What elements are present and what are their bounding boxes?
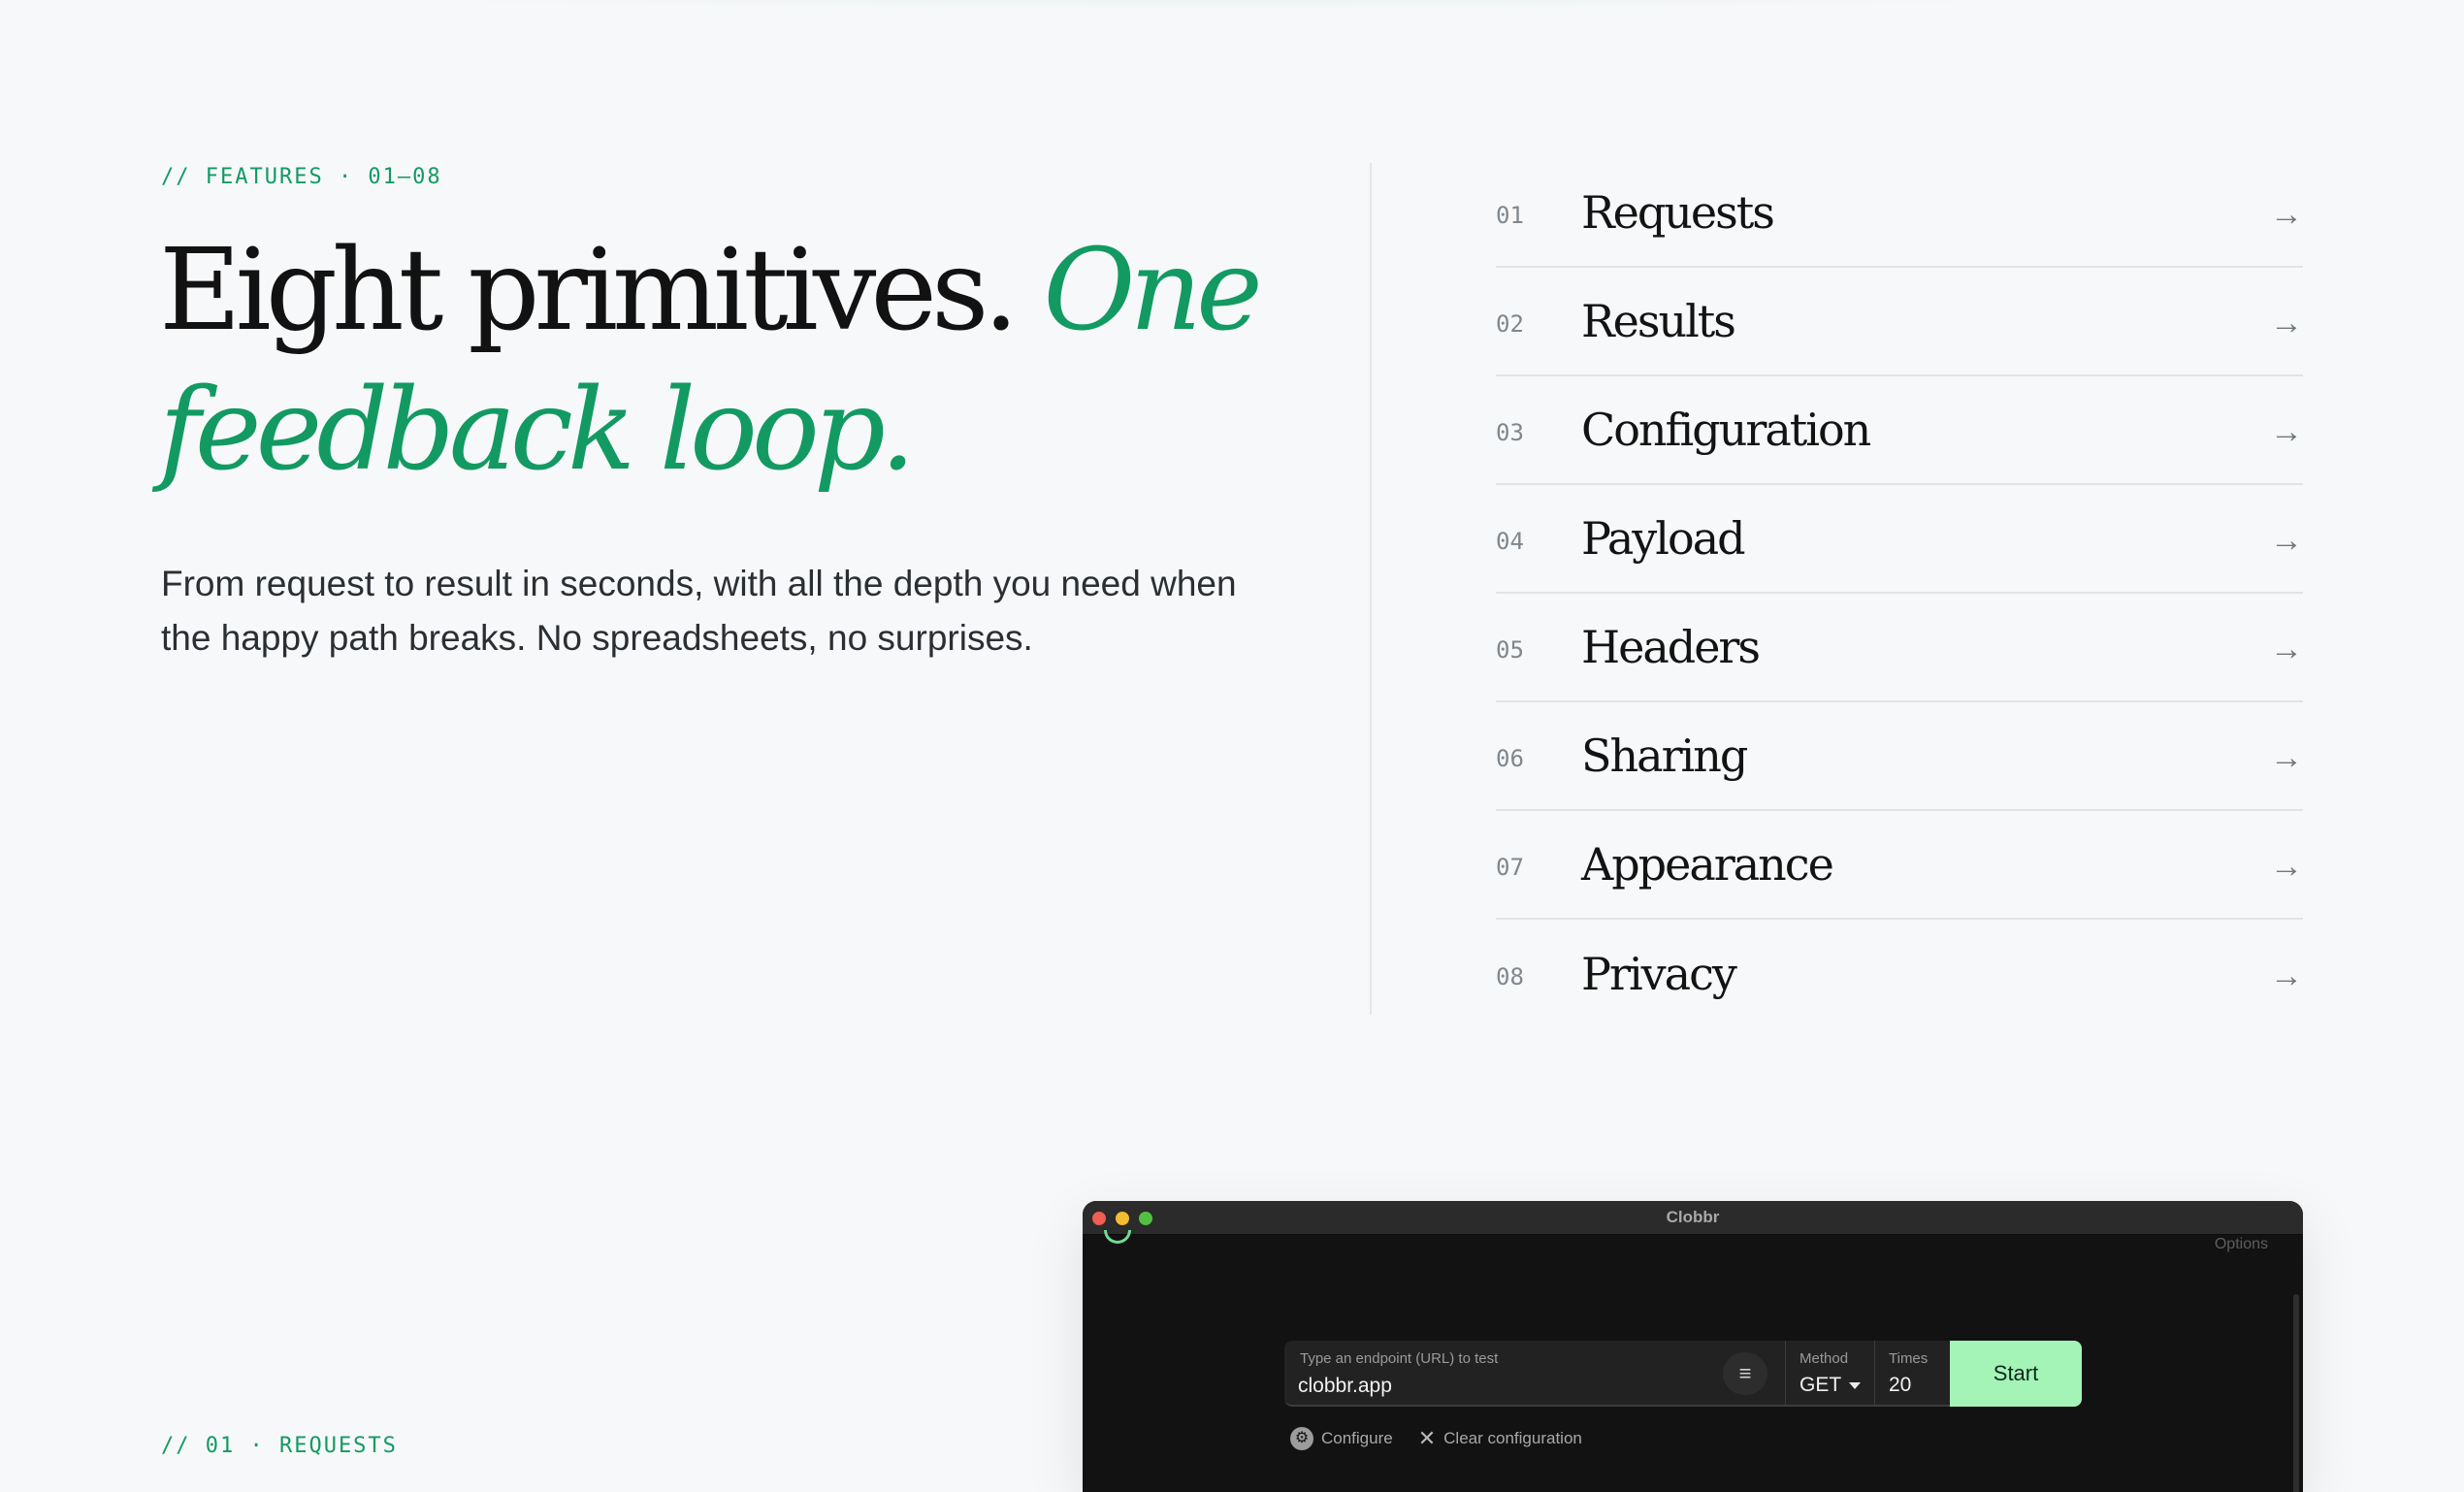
features-lede: From request to result in seconds, with … (161, 564, 1237, 658)
method-value-row: GET (1799, 1374, 1862, 1397)
feature-number: 07 (1496, 854, 1524, 881)
request-bar: Type an endpoint (URL) to test ≡ Method … (1284, 1341, 2082, 1407)
url-input[interactable] (1298, 1374, 1705, 1399)
clobbr-logo-icon (1104, 1230, 1131, 1244)
feature-number: 03 (1496, 419, 1524, 446)
feature-item-privacy[interactable]: 08 Privacy → (1496, 920, 2303, 1028)
wrench-icon: ⚙ (1290, 1427, 1313, 1450)
feature-label: Payload (1581, 512, 1746, 565)
arrow-right-icon: → (2270, 521, 2303, 559)
features-eyebrow: // FEATURES · 01–08 (161, 165, 442, 189)
feature-item-headers[interactable]: 05 Headers → (1496, 594, 2303, 702)
scrollbar[interactable] (2293, 1294, 2299, 1492)
times-value: 20 (1889, 1374, 1912, 1396)
configure-label: Configure (1321, 1429, 1393, 1447)
arrow-right-icon: → (2270, 738, 2303, 776)
app-window: Clobbr Options Type an endpoint (URL) to… (1083, 1201, 2303, 1492)
feature-number: 06 (1496, 745, 1524, 772)
feature-item-payload[interactable]: 04 Payload → (1496, 485, 2303, 594)
method-value: GET (1799, 1374, 1842, 1396)
method-label: Method (1799, 1350, 1849, 1367)
times-label: Times (1889, 1350, 1929, 1367)
feature-number: 08 (1496, 963, 1524, 990)
configure-button[interactable]: ⚙ Configure (1290, 1426, 1393, 1451)
options-link[interactable]: Options (2215, 1236, 2268, 1253)
feature-label: Requests (1581, 186, 1775, 239)
feature-label: Sharing (1581, 730, 1748, 782)
arrow-right-icon: → (2270, 195, 2303, 233)
feature-number: 02 (1496, 310, 1524, 338)
caret-down-icon (1849, 1381, 1862, 1389)
vertical-divider (1370, 163, 1372, 1015)
feature-item-results[interactable]: 02 Results → (1496, 268, 2303, 376)
window-titlebar: Clobbr (1083, 1201, 2303, 1235)
start-button[interactable]: Start (1950, 1341, 2082, 1407)
url-field: Type an endpoint (URL) to test ≡ (1284, 1341, 1785, 1405)
arrow-right-icon: → (2270, 412, 2303, 450)
method-select[interactable]: Method GET (1785, 1341, 1875, 1405)
top-glow (155, 0, 2289, 10)
clear-configuration-button[interactable]: ✕ Clear configuration (1418, 1426, 1582, 1451)
feature-label: Results (1581, 295, 1736, 347)
feature-item-configuration[interactable]: 03 Configuration → (1496, 376, 2303, 485)
requests-eyebrow: // 01 · REQUESTS (161, 1434, 398, 1458)
feature-item-appearance[interactable]: 07 Appearance → (1496, 811, 2303, 920)
feature-label: Privacy (1581, 948, 1737, 1000)
url-label: Type an endpoint (URL) to test (1300, 1350, 1499, 1367)
feature-item-requests[interactable]: 01 Requests → (1496, 159, 2303, 268)
close-icon: ✕ (1417, 1426, 1437, 1450)
features-headline: Eight primitives. One feedback loop. (159, 221, 1343, 501)
list-icon[interactable]: ≡ (1723, 1352, 1767, 1395)
feature-label: Appearance (1581, 838, 1834, 891)
sub-actions: ⚙ Configure ✕ Clear configuration (1290, 1426, 1582, 1451)
arrow-right-icon: → (2270, 304, 2303, 341)
headline-plain: Eight primitives. (159, 225, 1019, 356)
times-field[interactable]: Times 20 (1874, 1341, 1951, 1405)
window-title: Clobbr (1666, 1208, 1720, 1226)
feature-number: 01 (1496, 202, 1524, 229)
arrow-right-icon: → (2270, 957, 2303, 994)
feature-list: 01 Requests → 02 Results → 03 Configurat… (1496, 159, 2303, 1028)
arrow-right-icon: → (2270, 847, 2303, 885)
clear-configuration-label: Clear configuration (1443, 1429, 1582, 1447)
feature-number: 04 (1496, 528, 1524, 555)
feature-label: Configuration (1581, 404, 1871, 456)
arrow-right-icon: → (2270, 630, 2303, 667)
feature-label: Headers (1581, 621, 1761, 673)
feature-item-sharing[interactable]: 06 Sharing → (1496, 702, 2303, 811)
feature-number: 05 (1496, 636, 1524, 664)
